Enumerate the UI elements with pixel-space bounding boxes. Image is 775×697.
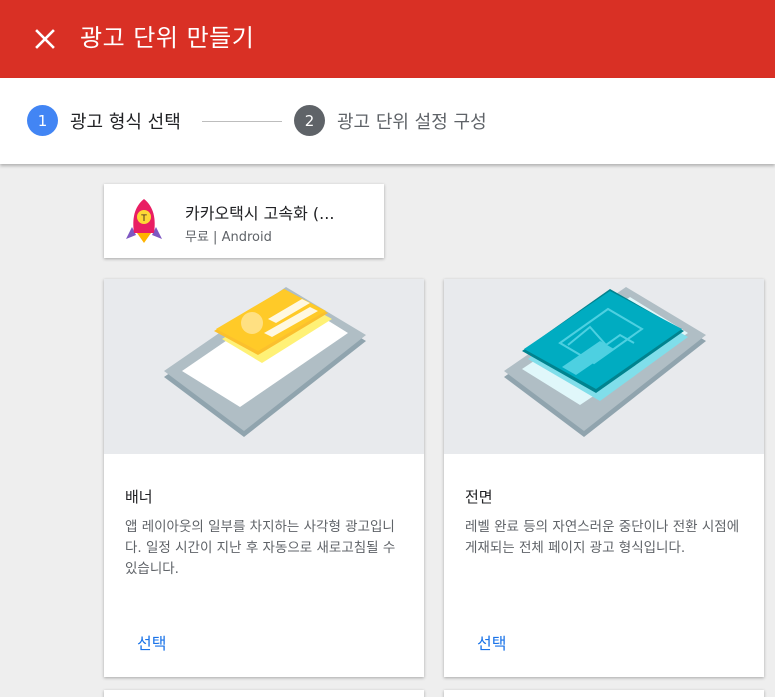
- card-title: 전면: [465, 488, 493, 506]
- step-2-number: 2: [294, 105, 325, 136]
- select-button[interactable]: 선택: [125, 624, 178, 660]
- step-1-number: 1: [27, 105, 58, 136]
- close-icon: [35, 29, 55, 49]
- page-title: 광고 단위 만들기: [80, 24, 255, 52]
- rocket-icon: T: [126, 199, 162, 243]
- close-button[interactable]: [28, 22, 62, 56]
- svg-text:T: T: [140, 214, 147, 224]
- step-connector: [202, 121, 282, 122]
- step-2: 2 광고 단위 설정 구성: [294, 105, 487, 136]
- app-card: T 카카오택시 고속화 (... 무료 | Android: [104, 184, 384, 258]
- banner-illustration: [104, 279, 424, 454]
- card-description: 레벨 완료 등의 자연스러운 중단이나 전환 시점에 게재되는 전체 페이지 광…: [465, 519, 740, 556]
- interstitial-illustration: [444, 279, 764, 454]
- interstitial-format-card[interactable]: 전면 레벨 완료 등의 자연스러운 중단이나 전환 시점에 게재되는 전체 페이…: [444, 279, 764, 677]
- app-header: 광고 단위 만들기: [0, 0, 775, 78]
- banner-format-card[interactable]: 배너 앱 레이아웃의 일부를 차지하는 사각형 광고입니다. 일정 시간이 지난…: [104, 279, 424, 677]
- select-button[interactable]: 선택: [465, 624, 518, 660]
- card-title: 배너: [125, 488, 153, 506]
- card-description: 앱 레이아웃의 일부를 차지하는 사각형 광고입니다. 일정 시간이 지난 후 …: [125, 519, 396, 577]
- step-2-label: 광고 단위 설정 구성: [337, 111, 487, 133]
- step-1-label: 광고 형식 선택: [70, 111, 181, 133]
- format-card-partial[interactable]: [444, 690, 764, 697]
- app-name: 카카오택시 고속화 (...: [185, 204, 335, 223]
- step-1: 1 광고 형식 선택: [27, 105, 181, 136]
- stepper: 1 광고 형식 선택 2 광고 단위 설정 구성: [0, 78, 775, 164]
- format-card-partial[interactable]: [104, 690, 424, 697]
- app-subtitle: 무료 | Android: [185, 230, 272, 245]
